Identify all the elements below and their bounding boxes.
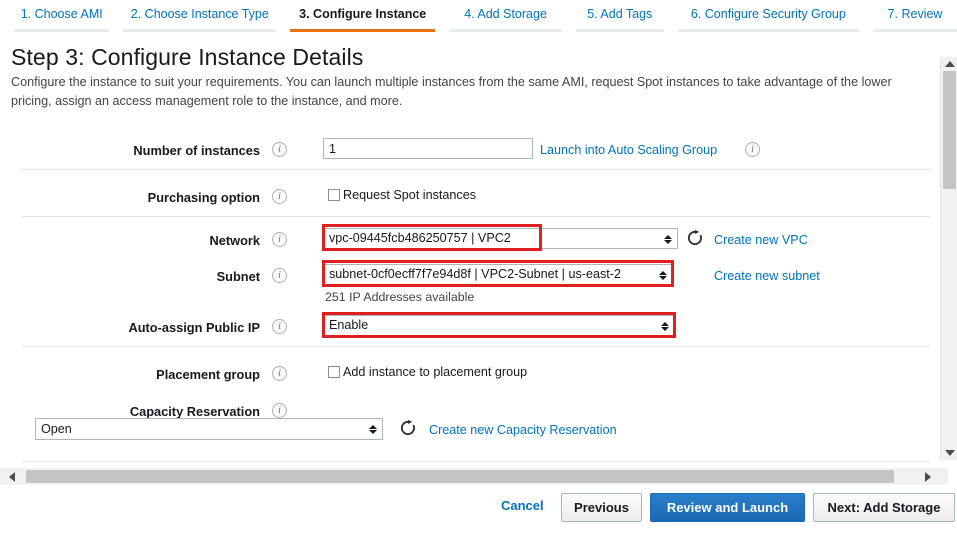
cancel-button[interactable]: Cancel [501, 498, 544, 513]
review-and-launch-button[interactable]: Review and Launch [650, 493, 805, 522]
create-new-subnet-link[interactable]: Create new subnet [714, 269, 820, 283]
tab-add-tags[interactable]: 5. Add Tags [575, 7, 664, 32]
number-of-instances-label: Number of instances [133, 143, 260, 158]
chevron-updown-icon [662, 229, 673, 248]
subnet-ip-availability: 251 IP Addresses available [325, 290, 475, 304]
wizard-tab-strip: 1. Choose AMI 2. Choose Instance Type 3.… [0, 0, 957, 32]
info-icon[interactable]: i [272, 319, 287, 334]
tab-spacer [664, 7, 678, 10]
launch-into-auto-scaling-group-link[interactable]: Launch into Auto Scaling Group [540, 143, 717, 157]
purchasing-option-label: Purchasing option [147, 190, 260, 205]
auto-assign-public-ip-selected-value: Enable [329, 318, 369, 332]
horizontal-scrollbar[interactable] [0, 468, 948, 485]
tab-spacer [859, 7, 873, 10]
tab-spacer [276, 7, 290, 10]
info-icon[interactable]: i [272, 232, 287, 247]
tab-choose-instance-type[interactable]: 2. Choose Instance Type [123, 7, 277, 32]
network-label: Network [209, 233, 261, 248]
add-instance-to-placement-group-label: Add instance to placement group [343, 365, 528, 379]
tab-spacer [109, 7, 123, 10]
previous-button[interactable]: Previous [561, 493, 642, 522]
row-divider [22, 346, 930, 347]
capacity-reservation-label: Capacity Reservation [129, 404, 260, 419]
request-spot-instances-checkbox[interactable]: Request Spot instances [328, 188, 476, 202]
scroll-down-arrow-icon[interactable] [941, 446, 957, 460]
vertical-scrollbar-thumb[interactable] [943, 71, 956, 189]
page-title: Step 3: Configure Instance Details [11, 44, 364, 70]
info-icon[interactable]: i [272, 366, 287, 381]
checkbox-box[interactable] [328, 366, 340, 378]
wizard-footer: Cancel Previous Review and Launch Next: … [0, 493, 957, 534]
subnet-selected-value: subnet-0cf0ecff7f7e94d8f | VPC2-Subnet |… [329, 267, 621, 281]
checkbox-box[interactable] [328, 189, 340, 201]
info-icon[interactable]: i [272, 189, 287, 204]
request-spot-instances-label: Request Spot instances [343, 188, 477, 202]
create-new-vpc-link[interactable]: Create new VPC [714, 233, 808, 247]
scroll-right-arrow-icon[interactable] [920, 468, 936, 485]
chevron-updown-icon [367, 419, 378, 439]
info-icon[interactable]: i [745, 142, 760, 157]
row-divider [22, 169, 930, 170]
network-select[interactable]: vpc-09445fcb486250757 | VPC2 [323, 228, 678, 249]
next-add-storage-button[interactable]: Next: Add Storage [813, 493, 955, 522]
tab-spacer [435, 7, 449, 10]
info-icon[interactable]: i [272, 142, 287, 157]
placement-group-label: Placement group [156, 367, 260, 382]
subnet-select[interactable]: subnet-0cf0ecff7f7e94d8f | VPC2-Subnet |… [323, 264, 673, 285]
refresh-icon[interactable] [686, 229, 704, 247]
configure-instance-form: Number of instances i Launch into Auto S… [0, 112, 934, 460]
tab-review[interactable]: 7. Review [873, 7, 957, 32]
tab-configure-security-group[interactable]: 6. Configure Security Group [677, 7, 860, 32]
number-of-instances-input[interactable] [323, 138, 533, 159]
tab-configure-instance[interactable]: 3. Configure Instance [290, 7, 436, 32]
auto-assign-public-ip-select[interactable]: Enable [323, 315, 675, 336]
tab-spacer [562, 7, 576, 10]
scroll-left-arrow-icon[interactable] [4, 468, 20, 485]
capacity-reservation-select[interactable]: Open [35, 418, 383, 440]
content-bottom-divider [22, 461, 930, 462]
chevron-updown-icon [659, 316, 670, 335]
create-new-capacity-reservation-link[interactable]: Create new Capacity Reservation [429, 423, 617, 437]
horizontal-scrollbar-thumb[interactable] [26, 470, 894, 483]
network-selected-value: vpc-09445fcb486250757 | VPC2 [329, 231, 511, 245]
capacity-reservation-selected-value: Open [41, 422, 72, 436]
auto-assign-public-ip-label: Auto-assign Public IP [128, 320, 260, 335]
subnet-label: Subnet [216, 269, 260, 284]
scroll-up-arrow-icon[interactable] [941, 57, 957, 71]
info-icon[interactable]: i [272, 403, 287, 418]
vertical-scrollbar[interactable] [940, 57, 957, 460]
chevron-updown-icon [657, 265, 668, 284]
tab-add-storage[interactable]: 4. Add Storage [449, 7, 562, 32]
row-divider [22, 216, 930, 217]
tab-choose-ami[interactable]: 1. Choose AMI [14, 7, 110, 32]
add-instance-to-placement-group-checkbox[interactable]: Add instance to placement group [328, 365, 527, 379]
tab-spacer [0, 7, 14, 10]
refresh-icon[interactable] [399, 419, 417, 437]
info-icon[interactable]: i [272, 268, 287, 283]
page-description: Configure the instance to suit your requ… [11, 75, 892, 108]
